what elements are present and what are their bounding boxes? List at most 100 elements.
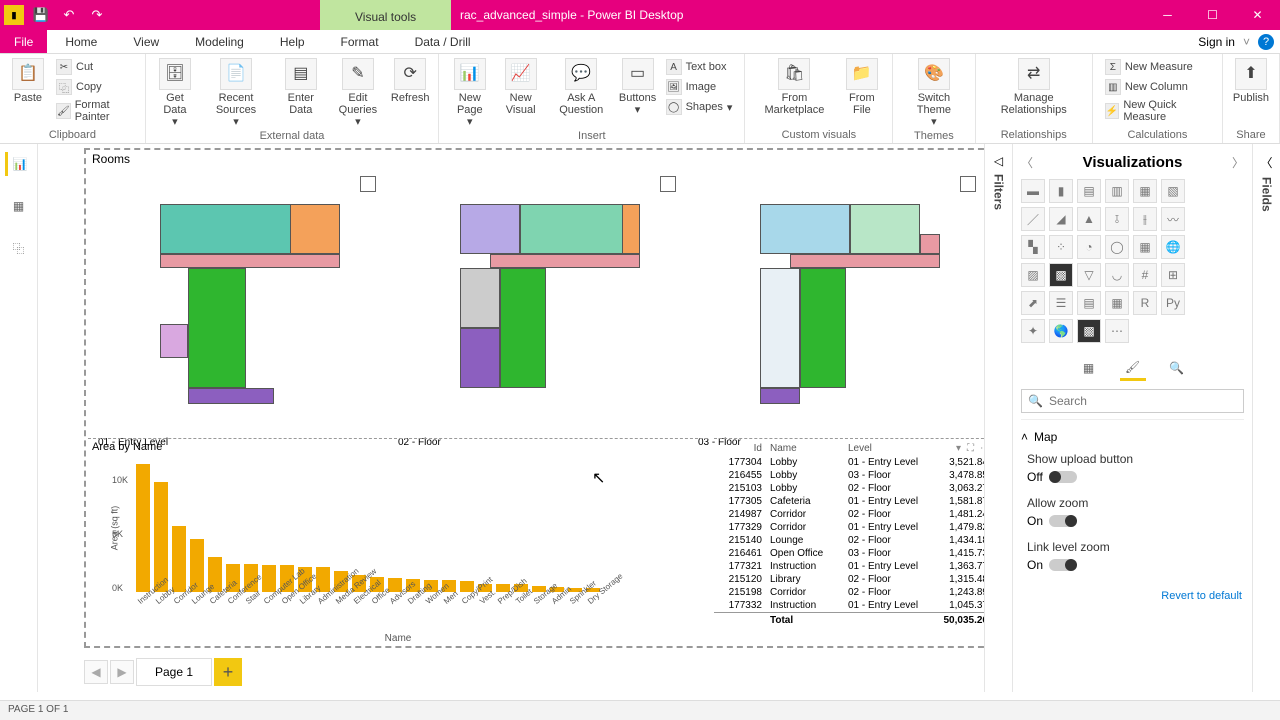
combo-icon[interactable]: ⫲ [1133,207,1157,231]
bar[interactable] [172,526,186,592]
signin-link[interactable]: Sign in [1198,35,1235,49]
page-tab-1[interactable]: Page 1 [136,658,212,686]
new-page-button[interactable]: 📊New Page▾ [445,56,494,130]
table-row[interactable]: 177304Lobby01 - Entry Level3,521.84 [714,456,984,469]
close-button[interactable]: ✕ [1235,0,1280,30]
textbox-button[interactable]: AText box [664,58,735,76]
maximize-button[interactable]: ☐ [1190,0,1235,30]
model-view-icon[interactable]: ⿻ [7,236,31,260]
data-view-icon[interactable]: ▦ [7,194,31,218]
file-tab[interactable]: File [0,30,47,53]
clustered-column-icon[interactable]: ▥ [1105,179,1129,203]
table-row[interactable]: 215103Lobby02 - Floor3,063.27 [714,482,984,495]
area-bar-chart[interactable]: Area by Name Area (sq ft) Name Instructi… [88,438,708,646]
arcgis-icon[interactable]: 🌎 [1049,319,1073,343]
refresh-button[interactable]: ⟳Refresh [388,56,432,106]
more-visuals-icon[interactable]: ⋯ [1105,319,1129,343]
filters-pane-collapsed[interactable]: ◁ Filters [984,144,1012,692]
rooms-visual[interactable]: Rooms 01 - Entry Level [84,148,984,648]
datadrill-tab[interactable]: Data / Drill [397,30,489,53]
table-row[interactable]: 177321Instruction01 - Entry Level1,363.7… [714,560,984,573]
switch-theme-button[interactable]: 🎨Switch Theme▾ [899,56,968,130]
expand-icon[interactable]: ◁ [994,154,1003,168]
clustered-bar-icon[interactable]: ▤ [1077,179,1101,203]
report-canvas[interactable]: Rooms 01 - Entry Level [38,144,984,692]
view-tab[interactable]: View [115,30,177,53]
table-row[interactable]: 216455Lobby03 - Floor3,478.85 [714,469,984,482]
add-page-button[interactable]: + [214,658,242,686]
revert-link[interactable]: Revert to default [1021,586,1244,606]
matrix-icon[interactable]: ▦ [1105,291,1129,315]
page-prev-button[interactable]: ◀ [84,660,108,684]
table-row[interactable]: 215120Library02 - Floor1,315.48 [714,573,984,586]
fields-pane-collapsed[interactable]: 〈 Fields [1252,144,1280,692]
data-table[interactable]: ▾ ⛶ ⋯ Id Name Level 177304Lobby01 - Entr… [714,438,984,646]
100-column-icon[interactable]: ▧ [1161,179,1185,203]
table-row[interactable]: 214987Corridor02 - Floor1,481.24 [714,508,984,521]
table-row[interactable]: 177332Instruction01 - Entry Level1,045.3… [714,599,984,612]
ribbon-icon[interactable]: 〰 [1161,207,1185,231]
funnel-icon[interactable]: ▽ [1077,263,1101,287]
manage-rel-button[interactable]: ⇄Manage Relationships [982,56,1086,118]
slicer-icon[interactable]: ☰ [1049,291,1073,315]
focus-mode-icon[interactable] [660,176,676,192]
redo-icon[interactable]: ↷ [86,4,108,26]
toggle-allow-zoom[interactable]: On [1021,512,1244,536]
report-view-icon[interactable]: 📊 [5,152,29,176]
floorplan-02[interactable]: 02 - Floor [390,204,680,434]
format-tab-icon[interactable]: 🖌 [1120,355,1146,381]
card-icon[interactable]: # [1133,263,1157,287]
kpi-icon[interactable]: ⬈ [1021,291,1045,315]
donut-icon[interactable]: ◯ [1105,235,1129,259]
100-bar-icon[interactable]: ▦ [1133,179,1157,203]
enter-data-button[interactable]: ▤Enter Data [274,56,328,118]
selected-custom-icon[interactable]: ▩ [1077,319,1101,343]
image-button[interactable]: 🖼Image [664,78,735,96]
custom-visual-icon[interactable]: ▩ [1049,263,1073,287]
focus-mode-icon[interactable] [360,176,376,192]
ask-question-button[interactable]: 💬Ask A Question [547,56,616,118]
help-tab[interactable]: Help [262,30,323,53]
focus-mode-icon[interactable] [960,176,976,192]
section-map[interactable]: ˄Map [1021,426,1244,448]
stacked-area-icon[interactable]: ▲ [1077,207,1101,231]
bar[interactable] [154,482,168,593]
scatter-icon[interactable]: ⁘ [1049,235,1073,259]
stacked-column-icon[interactable]: ▮ [1049,179,1073,203]
key-influencer-icon[interactable]: ✦ [1021,319,1045,343]
new-visual-button[interactable]: 📈New Visual [494,56,547,118]
floorplan-01[interactable]: 01 - Entry Level [90,204,380,434]
table-row[interactable]: 177329Corridor01 - Entry Level1,479.82 [714,521,984,534]
line-icon[interactable]: ／ [1021,207,1045,231]
filter-icon[interactable]: ▾ [956,443,961,454]
edit-queries-button[interactable]: ✎Edit Queries▾ [328,56,389,130]
cut-button[interactable]: ✂Cut [54,58,135,76]
collapse-right-icon[interactable]: 〉 [1232,154,1244,171]
bar[interactable] [136,464,150,592]
table-row[interactable]: 215140Lounge02 - Floor1,434.18 [714,534,984,547]
collapse-left-icon[interactable]: 〈 [1021,154,1033,171]
table-row[interactable]: 215198Corridor02 - Floor1,243.89 [714,586,984,599]
pie-icon[interactable]: ◔ [1077,235,1101,259]
buttons-button[interactable]: ▭Buttons▾ [616,56,660,118]
page-next-button[interactable]: ▶ [110,660,134,684]
collapse-ribbon-icon[interactable]: ˅ [1243,35,1250,49]
filled-map-icon[interactable]: ▨ [1021,263,1045,287]
floorplan-03[interactable]: 03 - Floor [690,204,980,434]
publish-button[interactable]: ⬆Publish [1229,56,1273,106]
save-icon[interactable]: 💾 [30,4,52,26]
analytics-tab-icon[interactable]: 🔍 [1164,355,1190,381]
line-column-icon[interactable]: ⫱ [1105,207,1129,231]
r-icon[interactable]: R [1133,291,1157,315]
table-icon[interactable]: ▤ [1077,291,1101,315]
fields-tab-icon[interactable]: ▦ [1076,355,1102,381]
get-data-button[interactable]: 🗄Get Data▾ [152,56,198,130]
map-icon[interactable]: 🌐 [1161,235,1185,259]
paste-button[interactable]: 📋Paste [6,56,50,106]
new-quick-measure-button[interactable]: ⚡New Quick Measure [1103,98,1212,124]
table-row[interactable]: 216461Open Office03 - Floor1,415.73 [714,547,984,560]
copy-button[interactable]: ⿻Copy [54,78,135,96]
modeling-tab[interactable]: Modeling [177,30,262,53]
expand-icon[interactable]: 〈 [1260,154,1272,171]
recent-sources-button[interactable]: 📄Recent Sources▾ [198,56,274,130]
